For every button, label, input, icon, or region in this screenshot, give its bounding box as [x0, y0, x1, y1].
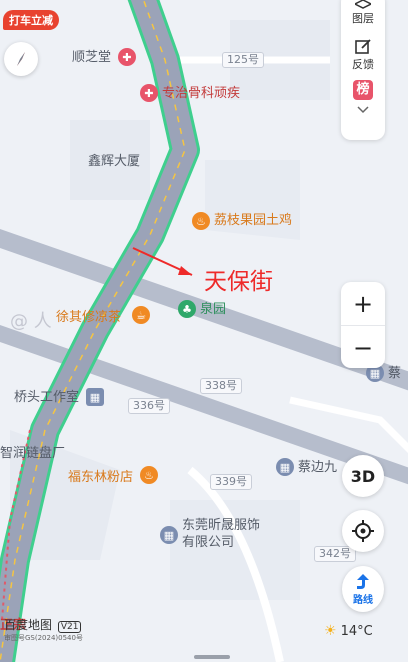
- layers-button[interactable]: 图层: [341, 0, 385, 26]
- map-toolbar: 图层 反馈 榜: [341, 0, 385, 140]
- office-icon[interactable]: ▦: [86, 388, 104, 406]
- temperature-value: 14°C: [340, 623, 373, 639]
- poi-label-qiaotou[interactable]: 桥头工作室: [14, 390, 79, 406]
- zoom-out-button[interactable]: −: [341, 326, 385, 369]
- feedback-label: 反馈: [352, 58, 374, 71]
- road-number-125: 125号: [222, 52, 264, 68]
- poi-label-caibian[interactable]: 蔡边九: [298, 460, 337, 476]
- rank-icon: 榜: [353, 80, 373, 100]
- sun-icon: ☀: [324, 623, 337, 639]
- company-icon[interactable]: ▦: [160, 526, 178, 544]
- layers-label: 图层: [352, 12, 374, 25]
- layers-icon: [355, 0, 371, 9]
- road-number-338: 338号: [200, 378, 242, 394]
- map-canvas[interactable]: 打车立减 125号 338号 336号 339号 342号 顺芝堂 ✚ ✚ 专治…: [0, 0, 408, 662]
- poi-label-quanyuan[interactable]: 泉园: [200, 302, 226, 318]
- locate-button[interactable]: [342, 510, 384, 552]
- poi-label-dongguan-line1[interactable]: 东莞昕晟服饰: [182, 518, 260, 534]
- watermark: @ 人: [10, 311, 52, 332]
- route-button[interactable]: 路线: [342, 566, 384, 612]
- poi-label-dongguan-line2[interactable]: 有限公司: [182, 535, 234, 551]
- road-number-342: 342号: [314, 546, 356, 562]
- license-text: 审图号GS(2024)0540号: [4, 634, 83, 642]
- chevron-down-icon[interactable]: [357, 106, 369, 114]
- poi-label-zhuanzhi[interactable]: 专治骨科顽疾: [162, 86, 240, 102]
- compass-icon: [17, 52, 25, 66]
- route-arrow-icon: [357, 573, 369, 589]
- zoom-control: + −: [341, 282, 385, 368]
- poi-label-runlian[interactable]: 智润链盘厂: [0, 446, 65, 462]
- crosshair-icon: [352, 520, 374, 542]
- 3d-label: 3D: [350, 466, 376, 486]
- route-label: 路线: [353, 594, 373, 606]
- restaurant-icon[interactable]: ♨: [192, 212, 210, 230]
- noodle-shop-icon[interactable]: ♨: [140, 466, 158, 484]
- compass-button[interactable]: [4, 42, 38, 76]
- annotation-tianbao-street: 天保街: [204, 269, 273, 295]
- promo-badge[interactable]: 打车立减: [3, 10, 59, 30]
- poi-label-xuqixiu[interactable]: 徐其修凉茶: [56, 310, 121, 326]
- poi-label-shunzhitang[interactable]: 顺芝堂: [72, 50, 111, 66]
- poi-label-cai-right[interactable]: 蔡: [388, 366, 401, 382]
- brand-name: 百度地图: [4, 618, 53, 632]
- feedback-button[interactable]: 反馈: [341, 38, 385, 72]
- 3d-toggle-button[interactable]: 3D: [342, 455, 384, 497]
- brand-logo: 百度地图 V21: [4, 616, 82, 633]
- road-number-339: 339号: [210, 474, 252, 490]
- bottom-handle[interactable]: [194, 655, 230, 659]
- building-icon[interactable]: ▦: [276, 458, 294, 476]
- poi-label-lizhi[interactable]: 荔枝果园土鸡: [214, 213, 292, 229]
- rank-button[interactable]: 榜: [341, 80, 385, 114]
- park-icon[interactable]: ♣: [178, 300, 196, 318]
- edit-icon: [355, 39, 371, 54]
- weather-widget[interactable]: ☀ 14°C: [324, 623, 373, 639]
- version-badge: V21: [57, 621, 82, 633]
- pharmacy-icon[interactable]: ✚: [118, 48, 136, 66]
- tea-shop-icon[interactable]: ☕: [132, 306, 150, 324]
- clinic-icon[interactable]: ✚: [140, 84, 158, 102]
- poi-label-fudonglin[interactable]: 福东林粉店: [68, 470, 133, 486]
- road-number-336: 336号: [128, 398, 170, 414]
- zoom-in-button[interactable]: +: [341, 282, 385, 326]
- poi-label-xinhui[interactable]: 鑫辉大厦: [88, 154, 140, 170]
